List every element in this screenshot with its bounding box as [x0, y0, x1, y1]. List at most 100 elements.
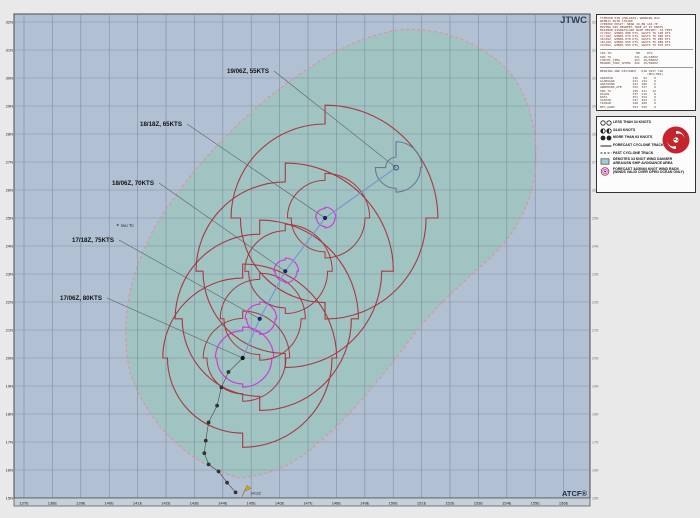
past-position-dot: [234, 491, 238, 495]
half-circles-icon: [600, 128, 613, 134]
lat-tick-label: 16N: [6, 467, 13, 472]
forecast-position-dot: [283, 269, 287, 273]
lat-tick-label-right: 22N: [592, 300, 599, 304]
lon-tick-label: 141E: [133, 500, 143, 505]
legend-item-label: FORECAST CYCLONE TRACK: [613, 144, 664, 148]
lat-tick-label: 28N: [6, 131, 13, 136]
forecast-label: 17/18Z, 75KTS: [72, 237, 114, 244]
warning-lines-line: 19/06Z, WINDS 055 KTS, GUSTS TO 070 KTS: [600, 44, 693, 47]
legend-item-label: PAST CYCLONE TRACK: [613, 152, 653, 156]
product-label: ATCF®: [562, 489, 587, 498]
panel-divider: [600, 49, 693, 50]
lat-tick-label-right: 21N: [592, 328, 599, 332]
lon-tick-label: 152E: [445, 500, 455, 505]
warning-info-panel: TYPHOON 01W (MALAKAS) WARNING #12WTPN31 …: [596, 14, 696, 111]
lat-tick-label-right: 23N: [592, 272, 599, 276]
lon-tick-label: 150E: [389, 500, 399, 505]
lat-tick-label: 18N: [6, 411, 13, 416]
lat-tick-label: 22N: [6, 299, 13, 304]
lon-tick-label: 143E: [190, 500, 200, 505]
jtwc-forecast-window: { "branding": { "agency_label": "JTWC", …: [0, 0, 700, 518]
lat-tick-label: 20N: [6, 355, 13, 360]
lat-tick-label-right: 19N: [592, 384, 599, 388]
solid-line-icon: [600, 143, 613, 149]
lat-tick-label-right: 17N: [592, 440, 599, 444]
lat-tick-label-right: 15N: [592, 496, 599, 500]
lat-tick-label: 27N: [6, 159, 13, 164]
lat-tick-label: 21N: [6, 327, 13, 332]
lon-tick-label: 142E: [161, 500, 171, 505]
legend-item-label: 34-63 KNOTS: [613, 129, 635, 133]
filled-circles-icon: [600, 135, 613, 141]
lon-tick-label: 139E: [76, 500, 86, 505]
lon-tick-label: 148E: [332, 500, 342, 505]
forecast-position-dot: [258, 317, 262, 321]
jtwc-typhoon-logo-icon: [661, 125, 691, 155]
forecast-track-map: 14/12Z Iwo To 17/06Z, 80KTS 17/18Z, 75KTS 18…: [0, 0, 700, 518]
past-position-dot: [204, 439, 208, 443]
lat-tick-label-right: 18N: [592, 412, 599, 416]
lon-tick-label: 147E: [303, 500, 313, 505]
lon-tick-label: 149E: [360, 500, 370, 505]
past-position-dot: [225, 481, 229, 485]
panel-divider: [600, 67, 693, 68]
lon-tick-label: 138E: [48, 500, 58, 505]
legend-item-label: LESS THAN 34 KNOTS: [613, 121, 651, 125]
past-position-dot: [215, 404, 219, 408]
lon-tick-label: 140E: [105, 500, 115, 505]
lat-tick-label: 31N: [6, 47, 13, 52]
lon-tick-label: 146E: [275, 500, 285, 505]
lon-tick-label: 137E: [19, 500, 29, 505]
legend-item-label: FORECAST 34/50/64 KNOT WIND RADII (WINDS…: [613, 168, 691, 175]
forecast-label: 18/18Z, 65KTS: [140, 121, 182, 128]
lat-tick-label: 25N: [6, 215, 13, 220]
open-circles-icon: [600, 120, 613, 126]
bearing-lines-line: WFO_GUAM 353 350 0: [600, 106, 693, 109]
lat-tick-label-right: 24N: [592, 244, 599, 248]
past-position-dot: [219, 386, 223, 390]
dashed-line-icon: [600, 150, 613, 156]
cpa-lines-line: MINAMI_TORI_SHIMA 222 19/0600Z: [600, 62, 693, 65]
legend-item: DENOTES 34 KNOT WIND DANGER AREA/USN SHI…: [600, 158, 693, 165]
danger-swatch-icon: [600, 158, 613, 165]
agency-label: JTWC: [560, 15, 587, 26]
lon-tick-label: 156E: [559, 500, 569, 505]
island-marker: [117, 224, 119, 226]
past-position-dot: [202, 451, 206, 455]
forecast-label: 19/06Z, 55KTS: [227, 68, 269, 75]
lat-tick-label: 17N: [6, 439, 13, 444]
lat-tick-label: 24N: [6, 243, 13, 248]
lat-tick-label: 19N: [6, 383, 13, 388]
lat-tick-label: 26N: [6, 187, 13, 192]
past-position-dot: [217, 470, 221, 474]
forecast-label: 17/06Z, 80KTS: [60, 295, 102, 302]
legend-item-label: DENOTES 34 KNOT WIND DANGER AREA/USN SHI…: [613, 158, 691, 165]
lat-tick-label: 30N: [6, 75, 13, 80]
forecast-position-dot: [323, 216, 327, 220]
lon-tick-label: 154E: [502, 500, 512, 505]
cpa-table: CPA TO: NM DTGIWO_TO 341 18/1800ZCHICHI_…: [600, 52, 693, 65]
past-position-dot: [227, 370, 231, 374]
lon-tick-label: 151E: [417, 500, 427, 505]
genesis-label: 14/12Z: [250, 491, 262, 495]
lon-tick-label: 153E: [474, 500, 484, 505]
legend-item: FORECAST 34/50/64 KNOT WIND RADII (WINDS…: [600, 167, 693, 176]
warning-text-block: TYPHOON 01W (MALAKAS) WARNING #12WTPN31 …: [600, 17, 693, 47]
lon-tick-label: 145E: [247, 500, 257, 505]
forecast-position-dot: [241, 356, 245, 360]
lat-tick-label: 15N: [6, 495, 13, 500]
lat-tick-label-right: 25N: [592, 216, 599, 220]
lon-tick-label: 155E: [531, 500, 541, 505]
legend-item-label: MORE THAN 63 KNOTS: [613, 136, 652, 140]
radii-rings-icon: [600, 167, 613, 176]
lat-tick-label: 23N: [6, 271, 13, 276]
forecast-label: 18/06Z, 70KTS: [112, 180, 154, 187]
lat-tick-label: 32N: [6, 19, 13, 24]
place-label: Iwo To: [121, 223, 134, 228]
lon-tick-label: 144E: [218, 500, 228, 505]
past-position-dot: [207, 421, 211, 425]
lat-tick-label-right: 16N: [592, 468, 599, 472]
legend-panel: LESS THAN 34 KNOTS 34-63 KNOTS MORE THAN 6…: [596, 116, 696, 193]
lat-tick-label: 29N: [6, 103, 13, 108]
past-position-dot: [207, 463, 211, 467]
